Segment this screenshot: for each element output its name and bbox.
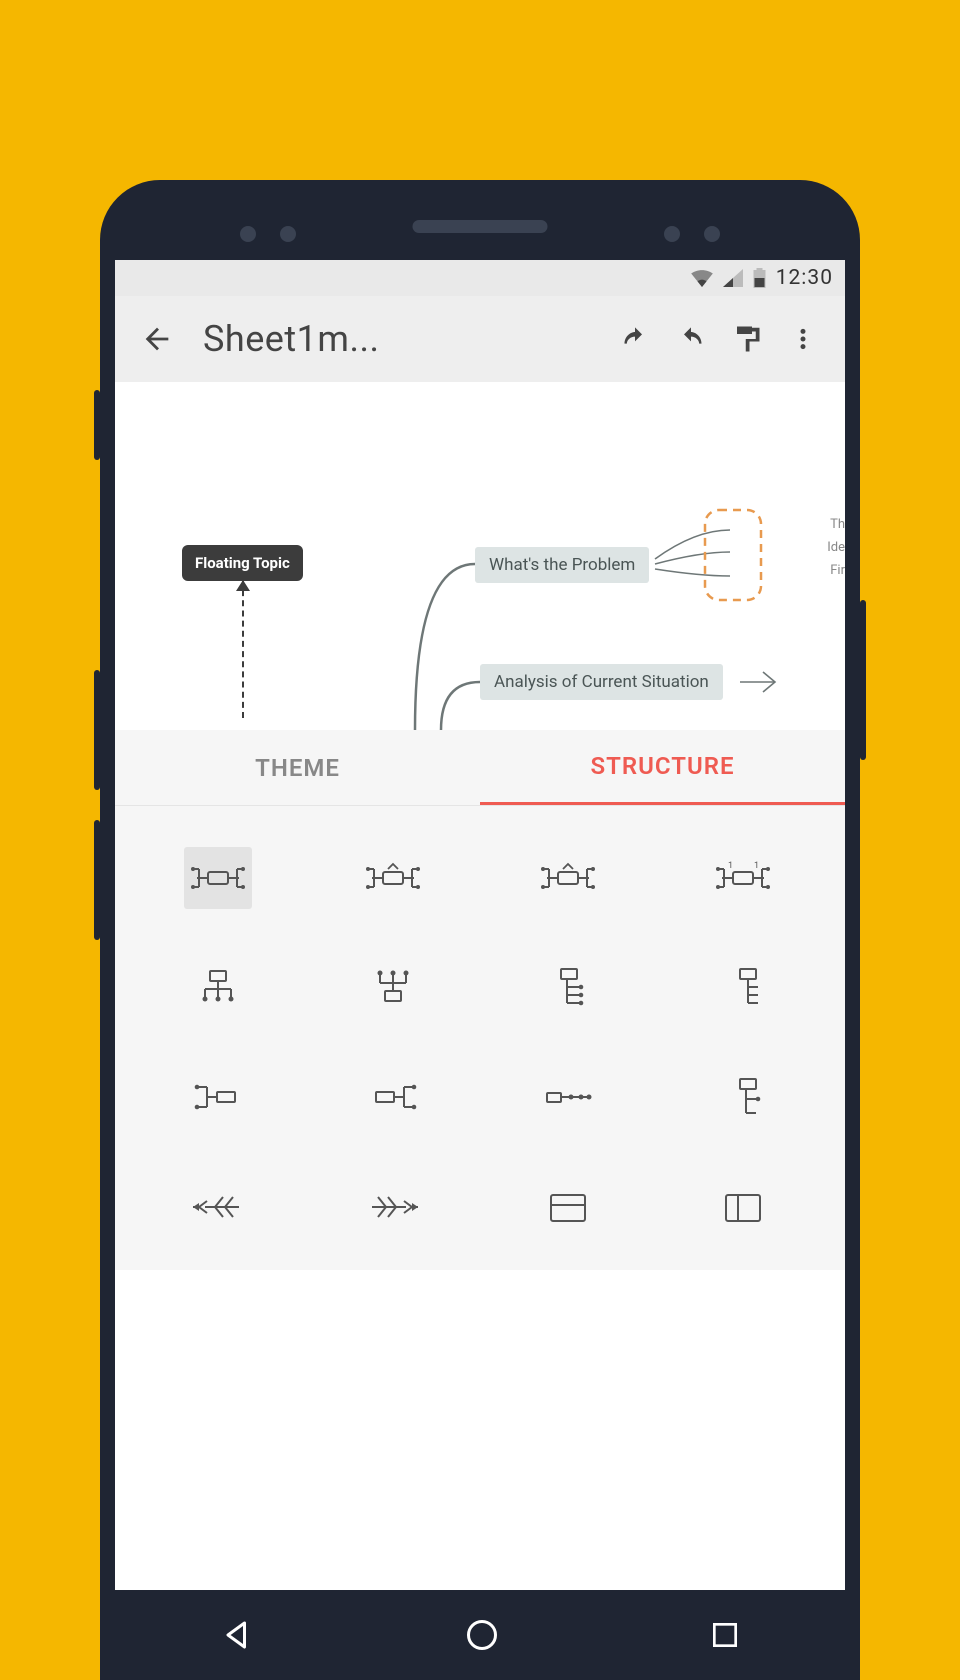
timeline-right-icon — [541, 1075, 595, 1121]
redo-button[interactable] — [667, 315, 715, 363]
phone-side-button — [94, 670, 100, 790]
square-recent-icon — [709, 1619, 741, 1651]
arrow-left-icon — [140, 322, 174, 356]
structure-option-tree-right[interactable] — [483, 936, 652, 1040]
subtopic-node[interactable]: Ide — [827, 540, 845, 555]
structure-option-timeline-right[interactable] — [483, 1046, 652, 1150]
map-clockwise-icon — [366, 855, 420, 901]
nav-home-button[interactable] — [464, 1617, 500, 1653]
structure-option-map-ccw[interactable] — [483, 826, 652, 930]
spreadsheet-icon — [541, 1185, 595, 1231]
org-up-icon — [366, 965, 420, 1011]
structure-option-fishbone-right[interactable] — [308, 1156, 477, 1260]
nav-back-button[interactable] — [219, 1617, 255, 1653]
phone-screen: 12:30 Sheet1m... — [115, 260, 845, 1680]
tab-theme[interactable]: THEME — [115, 730, 480, 805]
structure-option-tree-right-alt[interactable] — [658, 936, 827, 1040]
structure-option-org-down[interactable] — [133, 936, 302, 1040]
triangle-back-icon — [219, 1617, 255, 1653]
android-nav-bar — [115, 1590, 845, 1680]
redo-icon — [674, 325, 708, 353]
subtopic-node[interactable]: Th — [830, 517, 845, 532]
map-balanced-icon — [191, 855, 245, 901]
phone-sensor — [240, 226, 256, 242]
status-time: 12:30 — [776, 266, 833, 290]
phone-side-button — [94, 820, 100, 940]
structure-option-org-up[interactable] — [308, 936, 477, 1040]
tree-right-icon — [541, 965, 595, 1011]
map-radial-icon — [716, 855, 770, 901]
undo-icon — [618, 325, 652, 353]
fishbone-right-icon — [366, 1185, 420, 1231]
circle-home-icon — [464, 1617, 500, 1653]
more-button[interactable] — [779, 315, 827, 363]
nav-recent-button[interactable] — [709, 1619, 741, 1651]
tree-down-icon — [716, 1075, 770, 1121]
format-paint-icon — [732, 322, 762, 356]
undo-button[interactable] — [611, 315, 659, 363]
style-tabs: THEME STRUCTURE — [115, 730, 845, 806]
logic-left-icon — [366, 1075, 420, 1121]
battery-icon — [753, 268, 766, 288]
format-button[interactable] — [723, 315, 771, 363]
structure-option-matrix[interactable] — [658, 1156, 827, 1260]
phone-sensor — [664, 226, 680, 242]
logic-right-icon — [191, 1075, 245, 1121]
mindmap-canvas[interactable]: Floating Topic What's the Problem Analys… — [115, 382, 845, 730]
back-button[interactable] — [133, 315, 181, 363]
map-ccw-icon — [541, 855, 595, 901]
relationship-arrowhead — [236, 580, 250, 591]
structure-option-map-clockwise[interactable] — [308, 826, 477, 930]
structure-grid — [115, 806, 845, 1270]
phone-sensor — [280, 226, 296, 242]
phone-side-button — [860, 600, 866, 760]
floating-topic-node[interactable]: Floating Topic — [182, 545, 303, 581]
structure-option-spreadsheet[interactable] — [483, 1156, 652, 1260]
topic-node[interactable]: What's the Problem — [475, 547, 649, 583]
tree-right-alt-icon — [716, 965, 770, 1011]
fishbone-left-icon — [191, 1185, 245, 1231]
signal-icon — [723, 269, 743, 287]
app-bar: Sheet1m... — [115, 296, 845, 382]
structure-option-map-radial[interactable] — [658, 826, 827, 930]
matrix-icon — [716, 1185, 770, 1231]
phone-sensor — [704, 226, 720, 242]
tab-structure[interactable]: STRUCTURE — [480, 730, 845, 805]
structure-option-logic-left[interactable] — [308, 1046, 477, 1150]
structure-option-fishbone-left[interactable] — [133, 1156, 302, 1260]
more-vert-icon — [790, 323, 816, 355]
phone-speaker — [413, 220, 548, 233]
phone-side-button — [94, 390, 100, 460]
relationship-line — [242, 580, 244, 718]
structure-option-tree-down[interactable] — [658, 1046, 827, 1150]
phone-frame: 12:30 Sheet1m... — [100, 180, 860, 1680]
status-bar: 12:30 — [115, 260, 845, 296]
document-title[interactable]: Sheet1m... — [203, 318, 611, 360]
topic-node[interactable]: Analysis of Current Situation — [480, 664, 723, 700]
subtopic-node[interactable]: Fir — [830, 563, 845, 578]
wifi-icon — [691, 269, 713, 287]
structure-option-logic-right[interactable] — [133, 1046, 302, 1150]
structure-option-map-balanced[interactable] — [133, 826, 302, 930]
org-down-icon — [191, 965, 245, 1011]
